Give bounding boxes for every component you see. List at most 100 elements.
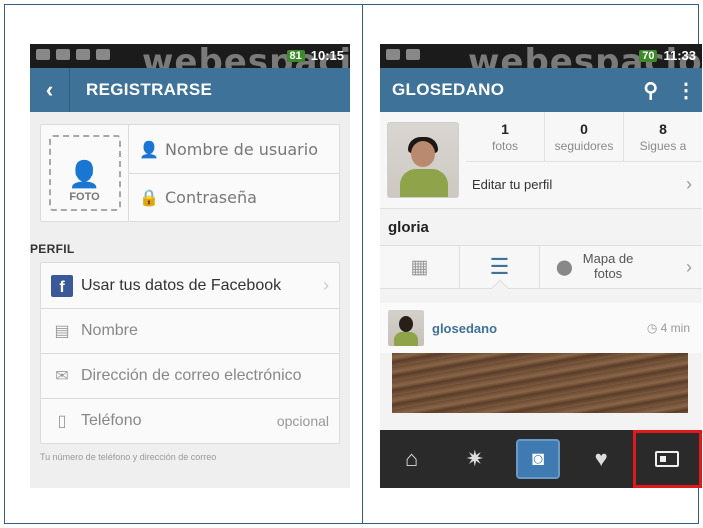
search-icon[interactable]: ⚲ [643, 78, 658, 103]
username-field[interactable]: 👤 Nombre de usuario [129, 125, 339, 173]
privacy-footnote: Tu número de teléfono y dirección de cor… [40, 452, 217, 462]
photo-label: FOTO [69, 191, 100, 203]
message-icon [36, 49, 50, 60]
facebook-icon: f [51, 274, 73, 297]
avatar[interactable] [387, 122, 459, 198]
nav-profile[interactable] [632, 430, 702, 488]
stats-column: 1 fotos 0 seguidores 8 Sigues a Editar t… [466, 112, 702, 208]
id-card-icon: ▤ [54, 323, 70, 340]
credential-fields: 👤 Nombre de usuario 🔒 Contraseña [129, 125, 339, 221]
camera-icon: ◙ [516, 439, 560, 479]
stat-photos[interactable]: 1 fotos [466, 112, 544, 161]
edit-profile-label: Editar tu perfil [472, 177, 553, 192]
bottom-nav: ⌂ ✷ ◙ ♥ [380, 430, 702, 488]
nav-home[interactable]: ⌂ [380, 430, 443, 488]
status-bar: webespacio 70 11:33 [380, 44, 702, 82]
envelope-icon: ✉ [55, 368, 69, 385]
nav-camera[interactable]: ◙ [506, 430, 569, 488]
edit-profile-button[interactable]: Editar tu perfil › [466, 162, 702, 207]
registration-screen: webespacio 81 10:15 ‹ REGISTRARSE 👤 FOTO… [30, 44, 350, 488]
nav-activity[interactable]: ♥ [570, 430, 633, 488]
view-tabs: ▦ ☰ ⬤ Mapa de fotos › [380, 245, 702, 297]
photo-placeholder: 👤 FOTO [48, 135, 121, 211]
notification-icons [386, 49, 420, 60]
profile-header: 1 fotos 0 seguidores 8 Sigues a Editar t… [380, 112, 702, 209]
photo-map-tab[interactable]: ⬤ Mapa de fotos › [540, 246, 702, 288]
stat-followers[interactable]: 0 seguidores [544, 112, 623, 161]
username-placeholder: Nombre de usuario [165, 139, 318, 159]
avatar-wrap [380, 112, 466, 208]
post-image[interactable] [392, 353, 688, 413]
profile-screen: webespacio 70 11:33 GLOSEDANO ⚲ ⋮ 1 foto… [380, 44, 702, 488]
phone-icon: ▯ [57, 413, 67, 430]
stat-number: 1 [501, 120, 509, 137]
battery-level: 70 [639, 49, 658, 62]
chevron-right-icon: › [686, 256, 692, 277]
message-icon [386, 49, 400, 60]
photo-picker[interactable]: 👤 FOTO [41, 125, 129, 221]
action-tools: ⚲ ⋮ [643, 68, 696, 112]
page-title: GLOSEDANO [392, 80, 505, 99]
facebook-label: Usar tus datos de Facebook [81, 276, 282, 294]
stat-label: Sigues a [639, 138, 687, 153]
clock: 10:15 [310, 48, 344, 63]
android-icon [96, 49, 110, 60]
clock: 11:33 [663, 48, 696, 63]
chevron-left-icon: ‹ [45, 77, 54, 102]
home-icon: ⌂ [404, 446, 419, 471]
mail-icon [56, 49, 70, 60]
credentials-card: 👤 FOTO 👤 Nombre de usuario 🔒 Contraseña [40, 124, 340, 222]
optional-hint: opcional [276, 413, 329, 429]
status-right: 70 11:33 [639, 48, 696, 63]
back-button[interactable]: ‹ [30, 68, 70, 112]
list-icon: ☰ [489, 254, 510, 279]
list-view-tab[interactable]: ☰ [460, 246, 540, 297]
phone-placeholder: Teléfono [81, 412, 142, 429]
active-indicator [491, 279, 509, 297]
profile-section-label: PERFIL [30, 242, 75, 256]
page-title: REGISTRARSE [86, 80, 213, 99]
facebook-import-button[interactable]: f Usar tus datos de Facebook › [41, 263, 339, 308]
column-divider [362, 4, 363, 524]
post-avatar[interactable] [388, 310, 424, 346]
name-placeholder: Nombre [81, 322, 138, 339]
grid-view-tab[interactable]: ▦ [380, 246, 460, 288]
stat-number: 8 [659, 120, 667, 137]
stat-number: 0 [580, 120, 588, 137]
email-placeholder: Dirección de correo electrónico [81, 367, 302, 384]
stat-following[interactable]: 8 Sigues a [623, 112, 702, 161]
notification-icons [36, 49, 110, 60]
name-field[interactable]: ▤ Nombre [41, 308, 339, 353]
post-header: glosedano ◷ 4 min [380, 303, 702, 353]
phone-field[interactable]: ▯ Teléfono opcional [41, 398, 339, 443]
stat-label: fotos [491, 138, 518, 153]
photo-map-label: Mapa de fotos [582, 251, 634, 281]
email-field[interactable]: ✉ Dirección de correo electrónico [41, 353, 339, 398]
battery-level: 81 [286, 49, 305, 62]
nav-explore[interactable]: ✷ [443, 430, 506, 488]
person-icon: 👤 [68, 159, 101, 189]
status-right: 81 10:15 [286, 48, 344, 63]
profile-form: f Usar tus datos de Facebook › ▤ Nombre … [40, 262, 340, 444]
heart-bubble-icon: ♥ [594, 446, 608, 471]
mail-icon [406, 49, 420, 60]
profile-username: gloria [380, 209, 702, 245]
overflow-menu-icon[interactable]: ⋮ [676, 78, 696, 103]
action-bar: ‹ REGISTRARSE [30, 68, 350, 112]
action-bar: GLOSEDANO ⚲ ⋮ [380, 68, 702, 112]
user-icon: 👤 [139, 139, 159, 159]
post-username[interactable]: glosedano [432, 321, 497, 336]
password-placeholder: Contraseña [165, 188, 257, 207]
clock-icon: ◷ [646, 321, 658, 335]
explore-icon: ✷ [465, 446, 485, 471]
password-field[interactable]: 🔒 Contraseña [129, 173, 339, 221]
post-time: ◷ 4 min [646, 321, 690, 335]
stat-label: seguidores [554, 138, 614, 153]
chevron-right-icon: › [686, 174, 692, 194]
profile-card-icon [655, 451, 680, 467]
lock-icon: 🔒 [139, 188, 159, 207]
usb-icon [76, 49, 90, 60]
chevron-right-icon: › [323, 275, 329, 295]
status-bar: webespacio 81 10:15 [30, 44, 350, 82]
grid-icon: ▦ [410, 256, 429, 278]
